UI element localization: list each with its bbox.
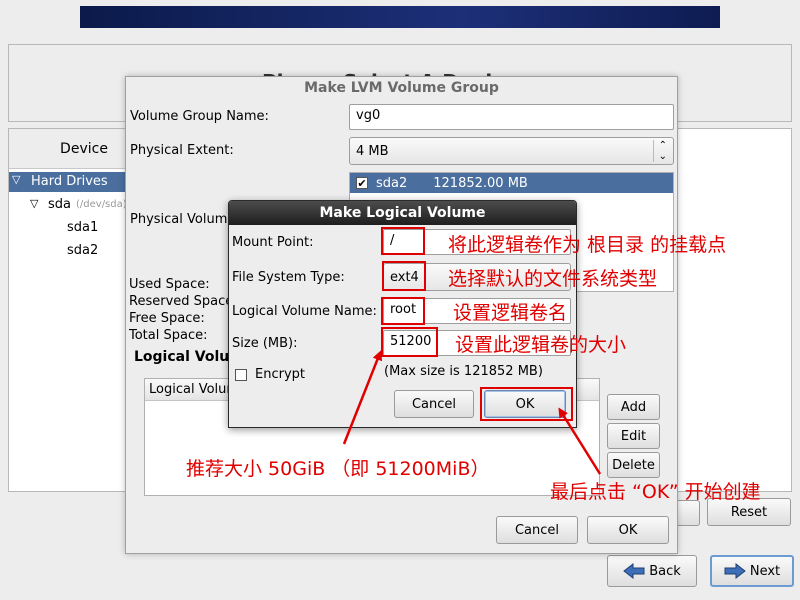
edit-button[interactable]: Edit bbox=[607, 423, 660, 449]
expander-down-icon[interactable]: ▽ bbox=[30, 197, 38, 210]
annotation-mount: 将此逻辑卷作为 根目录 的挂载点 bbox=[448, 234, 727, 256]
next-button[interactable]: Next bbox=[710, 555, 794, 587]
expander-down-icon[interactable]: ▽ bbox=[12, 173, 20, 186]
encrypt-label: Encrypt bbox=[255, 367, 305, 382]
lv-column-header: Logical Volume Name bbox=[149, 382, 229, 397]
pv-row[interactable]: ✔ sda2 121852.00 MB bbox=[350, 173, 673, 193]
pe-label: Physical Extent: bbox=[130, 143, 234, 158]
lvm-cancel-button[interactable]: Cancel bbox=[496, 516, 578, 544]
tree-item-sda1[interactable]: sda1 bbox=[67, 220, 98, 235]
annotation-final: 最后点击 “OK” 开始创建 bbox=[550, 481, 761, 503]
checkbox-unchecked-icon[interactable] bbox=[235, 368, 247, 381]
max-size-text: (Max size is 121852 MB) bbox=[384, 364, 543, 379]
mount-point-label: Mount Point: bbox=[232, 235, 314, 250]
tree-item-sda-path: (/dev/sda) bbox=[76, 199, 127, 210]
reserved-space-label: Reserved Space: bbox=[129, 294, 229, 309]
back-label: Back bbox=[649, 563, 681, 579]
add-button[interactable]: Add bbox=[607, 394, 660, 420]
highlight-fs bbox=[382, 261, 426, 291]
mlv-cancel-button[interactable]: Cancel bbox=[394, 390, 474, 418]
pe-select[interactable]: 4 MB ⌃ ⌄ bbox=[349, 137, 674, 165]
highlight-ok bbox=[480, 387, 573, 421]
used-space-label: Used Space: bbox=[129, 277, 210, 292]
highlight-size bbox=[381, 327, 438, 357]
back-button[interactable]: Back bbox=[607, 555, 697, 587]
lv-section-label: Logical Volumes bbox=[134, 349, 234, 365]
vg-name-label: Volume Group Name: bbox=[130, 109, 269, 124]
total-space-label: Total Space: bbox=[129, 328, 208, 343]
lvm-dialog-title: Make LVM Volume Group bbox=[304, 80, 499, 96]
lv-name-label: Logical Volume Name: bbox=[232, 304, 377, 319]
header-banner bbox=[80, 6, 720, 28]
checkbox-checked-icon[interactable]: ✔ bbox=[356, 177, 368, 189]
delete-button[interactable]: Delete bbox=[607, 452, 660, 478]
arrow-left-icon bbox=[623, 563, 645, 579]
tree-item-sda2[interactable]: sda2 bbox=[67, 243, 98, 258]
updown-icon: ⌃ ⌄ bbox=[652, 140, 667, 162]
fs-type-label: File System Type: bbox=[232, 270, 345, 285]
pe-select-value: 4 MB bbox=[356, 143, 389, 159]
vg-name-input[interactable]: vg0 bbox=[349, 104, 674, 130]
mlv-dialog-title: Make Logical Volume bbox=[229, 201, 576, 225]
annotation-fs: 选择默认的文件系统类型 bbox=[448, 268, 658, 290]
next-label: Next bbox=[749, 563, 781, 579]
pv-size: 121852.00 MB bbox=[433, 175, 528, 191]
lvm-ok-button[interactable]: OK bbox=[587, 516, 669, 544]
pv-label: Physical Volumes to Use: bbox=[130, 212, 230, 227]
tree-item-sda[interactable]: sda bbox=[48, 197, 71, 212]
annotation-size: 设置此逻辑卷的大小 bbox=[455, 334, 627, 356]
size-label: Size (MB): bbox=[232, 336, 298, 351]
arrow-right-icon bbox=[724, 563, 746, 579]
free-space-label: Free Space: bbox=[129, 311, 205, 326]
annotation-name: 设置逻辑卷名 bbox=[453, 302, 568, 324]
highlight-name bbox=[381, 297, 425, 325]
encrypt-checkbox[interactable]: Encrypt bbox=[235, 367, 305, 382]
highlight-mount bbox=[381, 227, 425, 255]
pv-name: sda2 bbox=[376, 175, 408, 191]
annotation-recommend: 推荐大小 50GiB （即 51200MiB） bbox=[186, 458, 490, 480]
